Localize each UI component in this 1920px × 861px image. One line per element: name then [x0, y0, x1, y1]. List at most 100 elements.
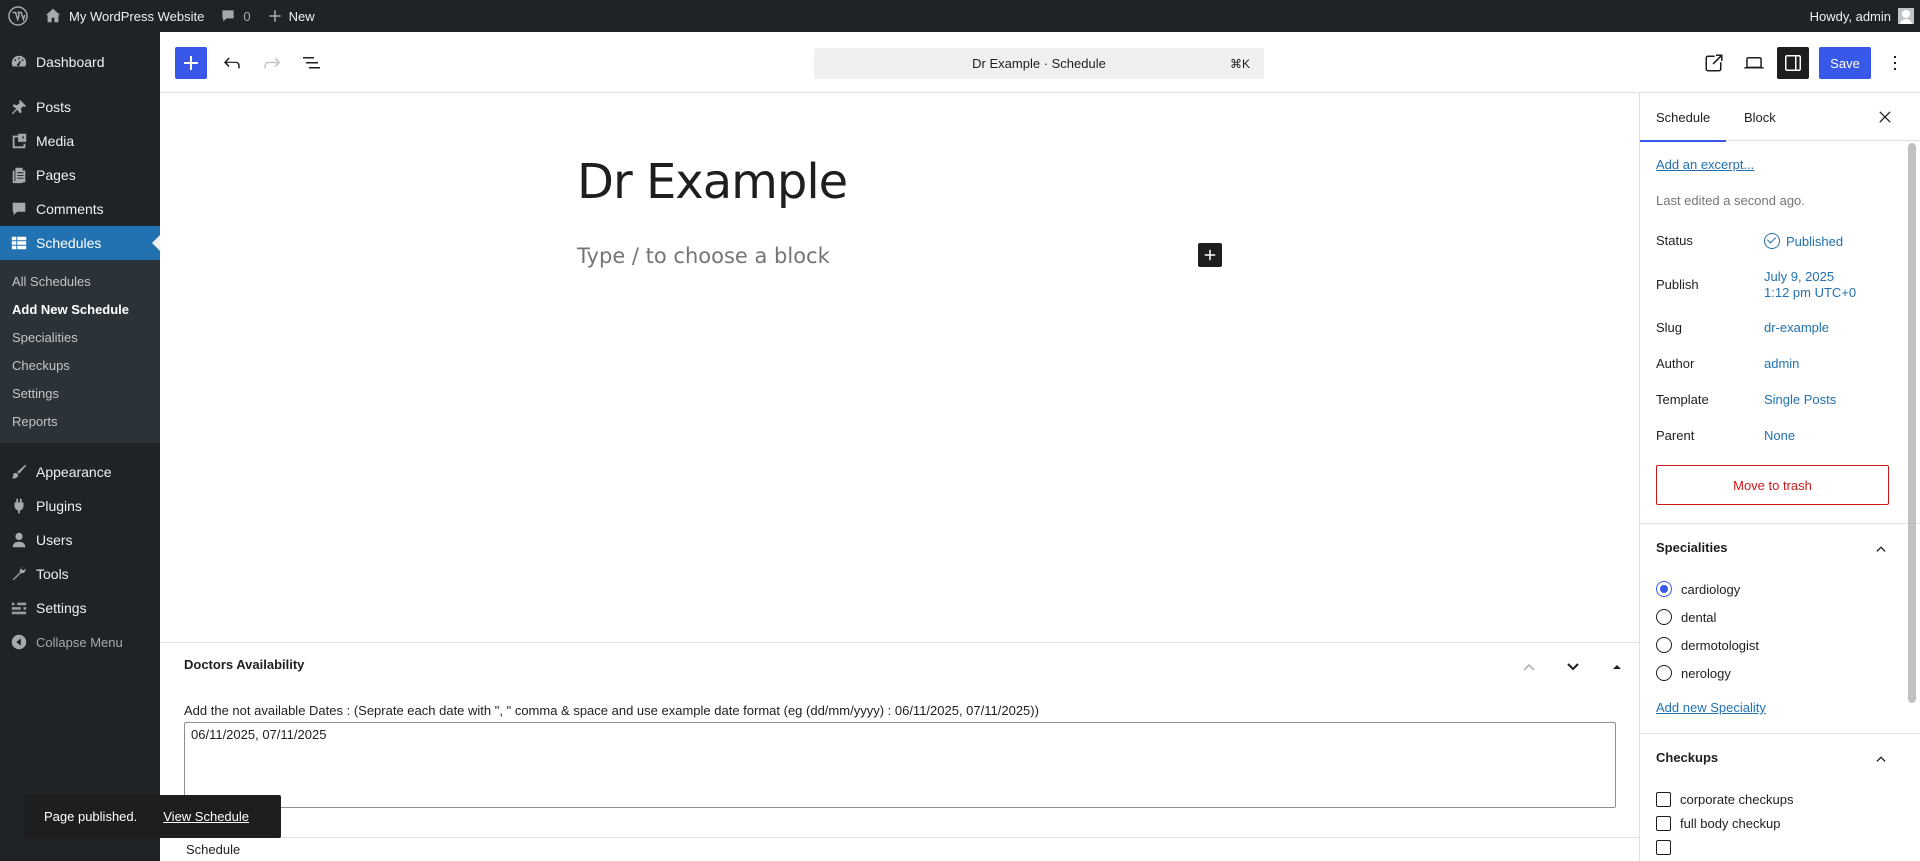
- publish-date-button[interactable]: July 9, 2025 1:12 pm UTC+0: [1764, 269, 1856, 301]
- post-title[interactable]: Dr Example: [577, 154, 848, 210]
- wordpress-logo-icon: [8, 6, 28, 26]
- wordpress-logo-button[interactable]: [0, 0, 36, 32]
- document-overview-button[interactable]: [296, 47, 328, 79]
- undo-button[interactable]: [216, 47, 248, 79]
- published-check-icon: [1764, 233, 1780, 249]
- plus-icon: [268, 10, 281, 22]
- checkup-label: corporate checkups: [1680, 792, 1794, 807]
- slug-value[interactable]: dr-example: [1764, 320, 1829, 336]
- checkup-option[interactable]: [1656, 840, 1680, 855]
- comment-bubble-icon: [222, 10, 234, 22]
- speciality-radio[interactable]: [1656, 581, 1672, 597]
- specialities-panel-toggle[interactable]: [1871, 538, 1891, 558]
- menu-pages[interactable]: Pages: [0, 158, 160, 192]
- add-new-speciality-link[interactable]: Add new Speciality: [1656, 700, 1766, 715]
- menu-tools[interactable]: Tools: [0, 557, 160, 591]
- checkup-option[interactable]: full body checkup: [1656, 816, 1780, 831]
- publish-date: July 9, 2025: [1764, 269, 1835, 284]
- menu-tools-label: Tools: [36, 566, 69, 582]
- calendar-grid-icon: [11, 236, 27, 250]
- inline-block-inserter[interactable]: [1198, 243, 1222, 267]
- view-schedule-link[interactable]: View Schedule: [163, 809, 249, 824]
- preview-device-button[interactable]: [1738, 47, 1770, 79]
- submenu-reports[interactable]: Reports: [0, 407, 160, 435]
- list-view-icon: [303, 57, 320, 69]
- menu-dashboard[interactable]: Dashboard: [0, 45, 160, 79]
- tab-schedule[interactable]: Schedule: [1640, 93, 1727, 142]
- menu-settings[interactable]: Settings: [0, 591, 160, 625]
- block-breadcrumb: Schedule: [160, 837, 1639, 861]
- menu-schedules[interactable]: Schedules: [0, 226, 160, 260]
- checkups-panel-title[interactable]: Checkups: [1656, 750, 1718, 765]
- settings-sidebar-toggle[interactable]: [1777, 47, 1809, 79]
- tab-block[interactable]: Block: [1744, 93, 1776, 141]
- speciality-option[interactable]: dermotologist: [1656, 637, 1759, 653]
- comments-link[interactable]: 0: [212, 0, 258, 32]
- specialities-panel-title[interactable]: Specialities: [1656, 540, 1728, 555]
- speciality-radio[interactable]: [1656, 637, 1672, 653]
- move-down-button[interactable]: [1563, 657, 1583, 677]
- checkups-panel-toggle[interactable]: [1871, 748, 1891, 768]
- checkup-checkbox[interactable]: [1656, 840, 1671, 855]
- unavailable-dates-textarea[interactable]: 06/11/2025, 07/11/2025: [184, 722, 1616, 808]
- admin-bar: My WordPress Website 0 New Howdy, admin: [0, 0, 1920, 32]
- close-settings-button[interactable]: [1873, 105, 1897, 129]
- submenu-all-schedules[interactable]: All Schedules: [0, 267, 160, 295]
- metabox-title: Doctors Availability: [184, 657, 305, 672]
- default-block-appender[interactable]: Type / to choose a block: [577, 244, 830, 268]
- status-value-button[interactable]: Published: [1764, 233, 1843, 250]
- parent-value[interactable]: None: [1764, 428, 1795, 444]
- collapse-menu-button[interactable]: Collapse Menu: [0, 625, 160, 659]
- redo-button[interactable]: [256, 47, 288, 79]
- template-value[interactable]: Single Posts: [1764, 392, 1836, 408]
- checkup-option[interactable]: corporate checkups: [1656, 792, 1793, 807]
- save-button[interactable]: Save: [1819, 47, 1871, 79]
- site-name-link[interactable]: My WordPress Website: [36, 0, 212, 32]
- view-post-button[interactable]: [1698, 47, 1730, 79]
- plug-icon: [14, 498, 24, 514]
- comments-count: 0: [243, 8, 251, 24]
- menu-comments[interactable]: Comments: [0, 192, 160, 226]
- submenu-add-new-schedule[interactable]: Add New Schedule: [0, 295, 160, 323]
- speciality-label: dental: [1681, 609, 1717, 625]
- sidebar-scrollbar[interactable]: [1908, 143, 1916, 861]
- settings-sliders-icon: [11, 601, 27, 615]
- sidebar-scrollbar-thumb[interactable]: [1908, 143, 1916, 703]
- snackbar-message: Page published.: [44, 809, 138, 824]
- submenu-specialities[interactable]: Specialities: [0, 323, 160, 351]
- template-label: Template: [1656, 392, 1709, 407]
- external-link-icon: [1705, 54, 1723, 72]
- new-content-link[interactable]: New: [259, 0, 323, 32]
- speciality-radio[interactable]: [1656, 665, 1672, 681]
- speciality-option[interactable]: dental: [1656, 609, 1716, 625]
- menu-media[interactable]: Media: [0, 124, 160, 158]
- command-palette-bar[interactable]: Dr Example · Schedule ⌘K: [814, 48, 1264, 79]
- speciality-option[interactable]: cardiology: [1656, 581, 1740, 597]
- submenu-settings[interactable]: Settings: [0, 379, 160, 407]
- move-to-trash-button[interactable]: Move to trash: [1656, 465, 1889, 505]
- menu-users[interactable]: Users: [0, 523, 160, 557]
- menu-plugins[interactable]: Plugins: [0, 489, 160, 523]
- author-value[interactable]: admin: [1764, 356, 1799, 372]
- menu-plugins-label: Plugins: [36, 498, 82, 514]
- schedules-submenu: All Schedules Add New Schedule Specialit…: [0, 260, 160, 443]
- breadcrumb-root[interactable]: Schedule: [186, 842, 240, 857]
- block-inserter-toggle[interactable]: [175, 47, 207, 79]
- checkup-checkbox[interactable]: [1656, 816, 1671, 831]
- menu-posts[interactable]: Posts: [0, 90, 160, 124]
- pushpin-icon: [11, 99, 27, 115]
- options-menu-button[interactable]: [1879, 47, 1911, 79]
- menu-media-label: Media: [36, 133, 75, 149]
- submenu-checkups[interactable]: Checkups: [0, 351, 160, 379]
- move-up-button[interactable]: [1519, 657, 1539, 677]
- checkup-checkbox[interactable]: [1656, 792, 1671, 807]
- menu-appearance[interactable]: Appearance: [0, 455, 160, 489]
- speciality-radio[interactable]: [1656, 609, 1672, 625]
- add-excerpt-link[interactable]: Add an excerpt...: [1656, 157, 1754, 172]
- menu-appearance-label: Appearance: [36, 464, 112, 480]
- toggle-panel-button[interactable]: [1607, 657, 1627, 677]
- speciality-option[interactable]: nerology: [1656, 665, 1731, 681]
- tab-block-label: Block: [1744, 109, 1776, 125]
- home-icon: [45, 8, 61, 23]
- my-account-link[interactable]: Howdy, admin: [1810, 8, 1920, 24]
